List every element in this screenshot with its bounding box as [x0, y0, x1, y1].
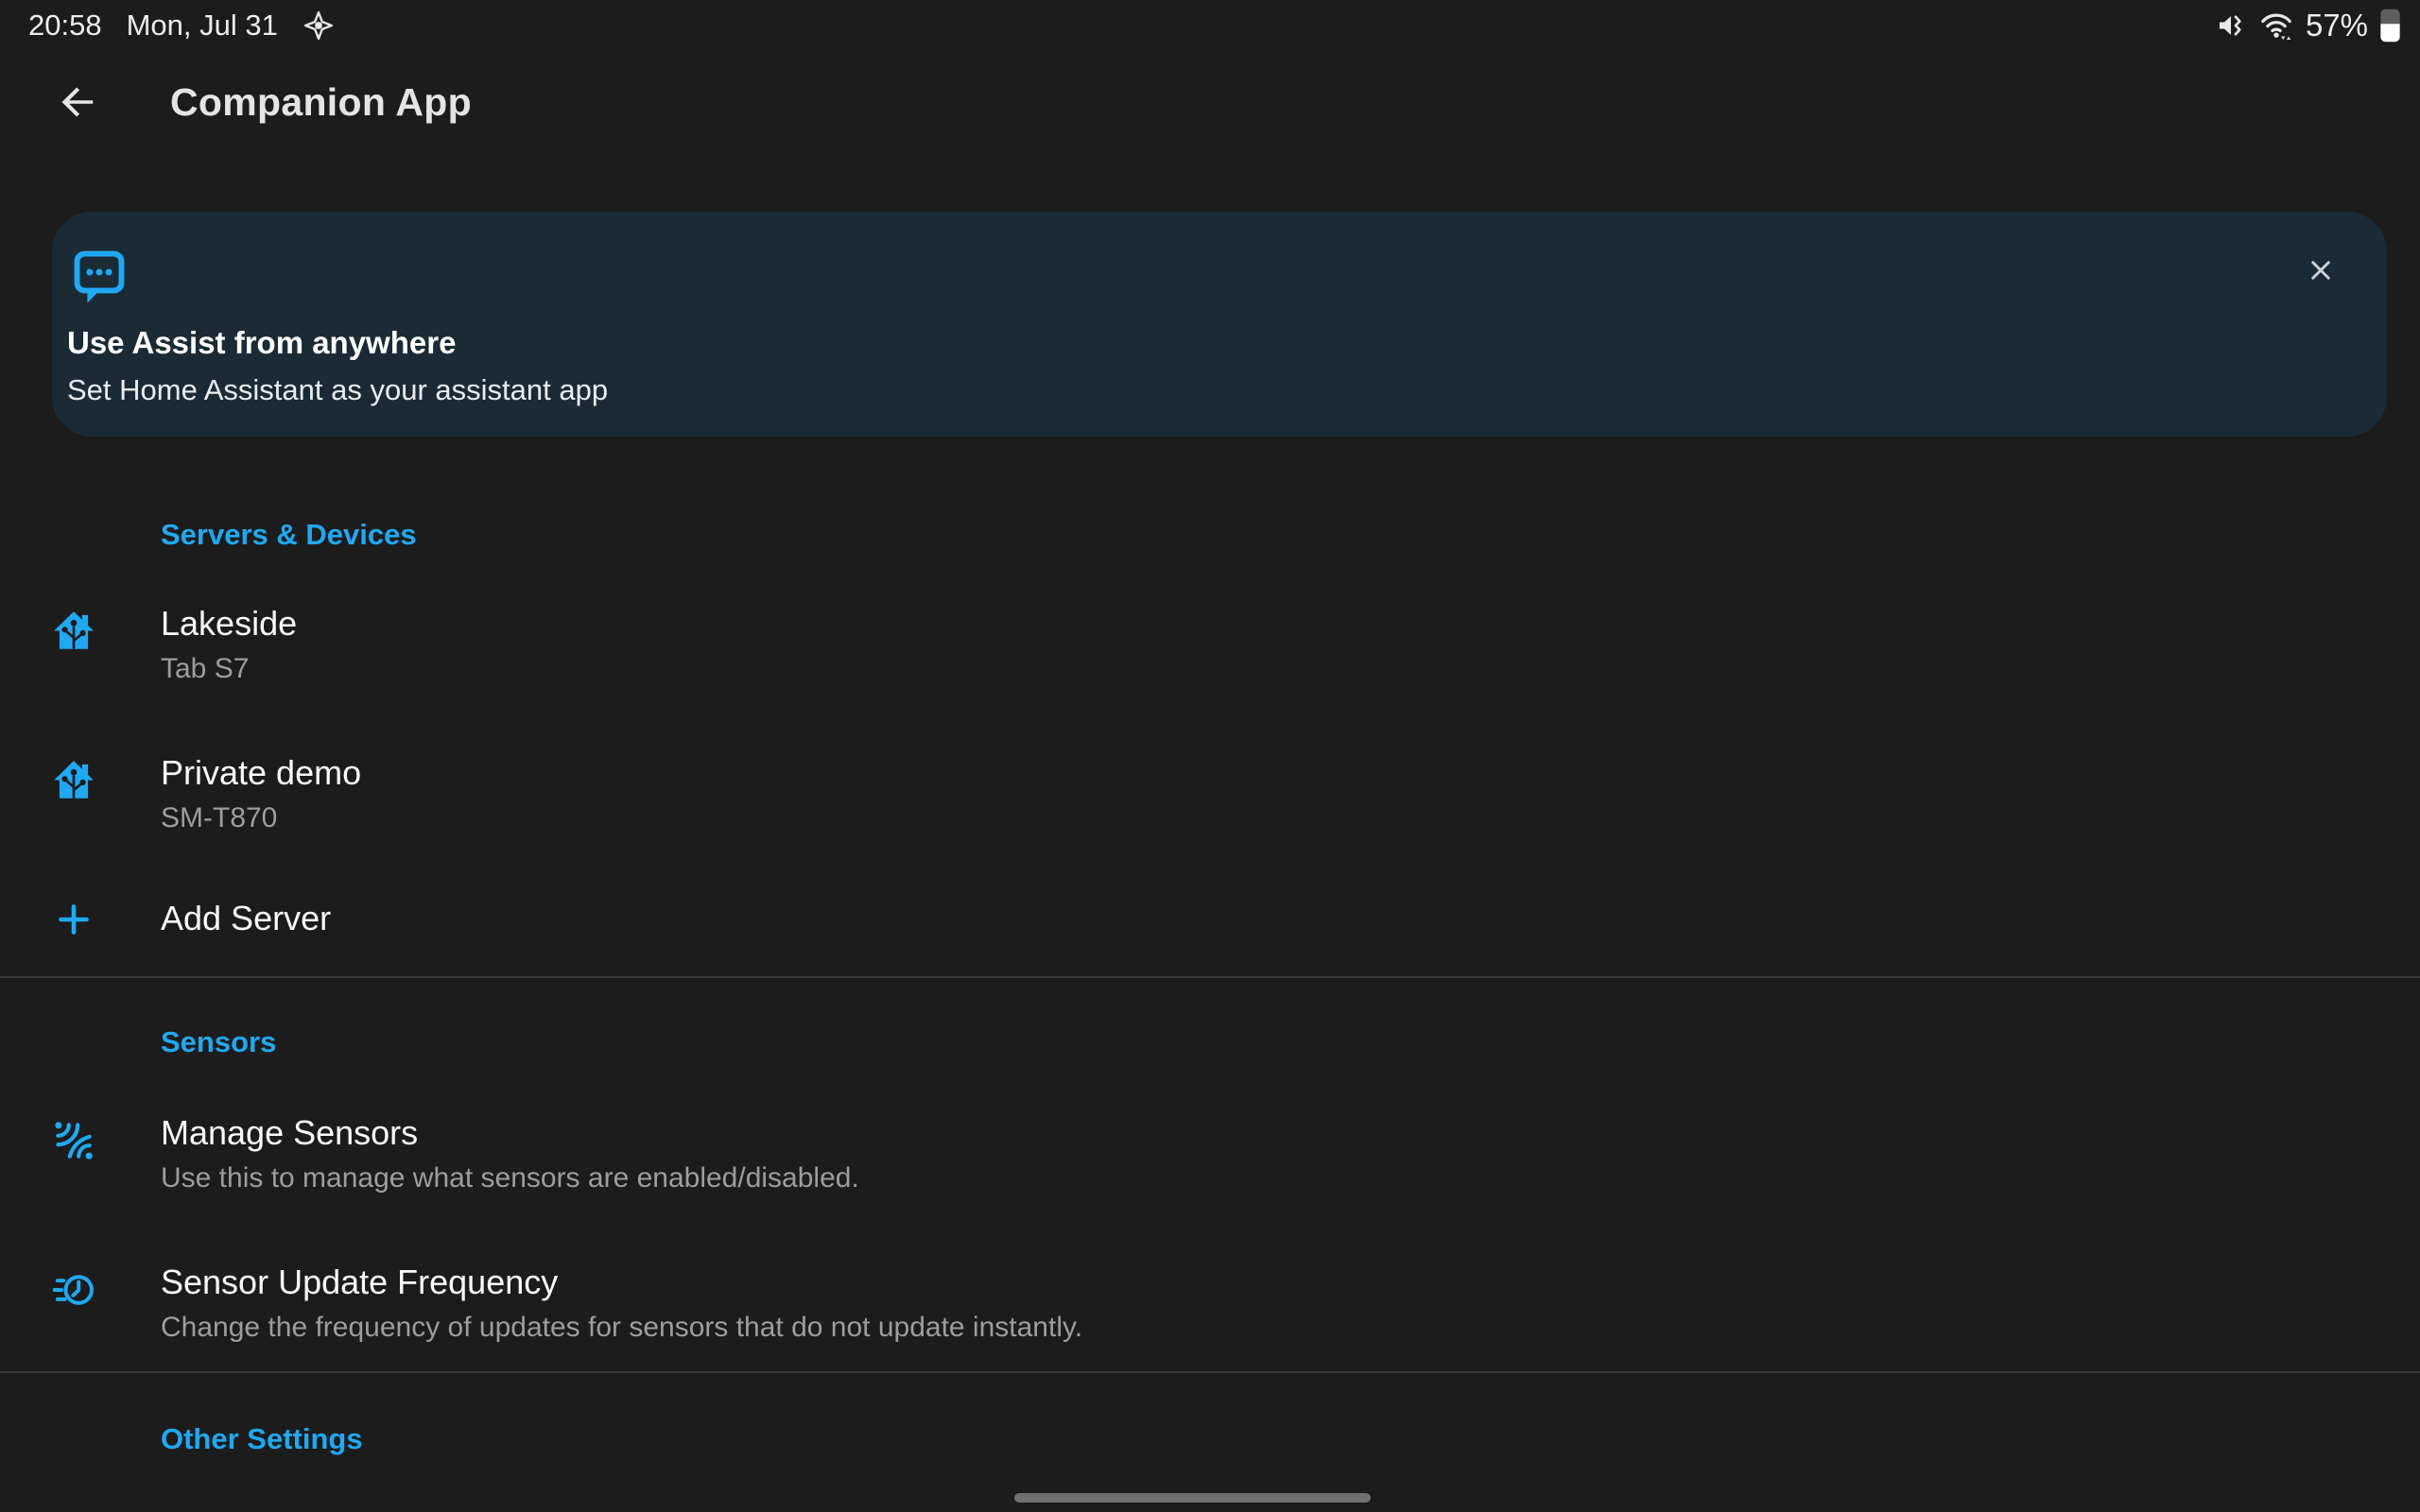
section-header-other-settings: Other Settings — [0, 1422, 2420, 1456]
volume-mute-vibrate-icon — [2215, 9, 2247, 42]
add-server-row[interactable]: Add Server — [0, 898, 2420, 946]
sensor-update-frequency-title: Sensor Update Frequency — [161, 1262, 1082, 1303]
companion-app-settings-screen: 20:58 Mon, Jul 31 — [0, 0, 2420, 1512]
divider — [0, 976, 2420, 978]
server-row-private-demo[interactable]: Private demo SM-T870 — [0, 752, 2420, 835]
assist-card-subtitle: Set Home Assistant as your assistant app — [67, 373, 2264, 407]
battery-icon — [2379, 8, 2401, 43]
status-time: 20:58 — [28, 9, 102, 43]
server-device: SM-T870 — [161, 801, 361, 835]
back-button[interactable] — [55, 80, 98, 124]
gesture-handle[interactable] — [1014, 1493, 1371, 1503]
status-date: Mon, Jul 31 — [127, 9, 278, 43]
section-header-servers-devices: Servers & Devices — [0, 518, 2420, 552]
manage-sensors-title: Manage Sensors — [161, 1112, 859, 1154]
plus-icon — [53, 899, 95, 946]
manage-sensors-row[interactable]: Manage Sensors Use this to manage what s… — [0, 1112, 2420, 1195]
page-title: Companion App — [170, 80, 472, 125]
update-clock-icon — [50, 1266, 97, 1314]
sensor-update-frequency-row[interactable]: Sensor Update Frequency Change the frequ… — [0, 1262, 2420, 1345]
server-row-lakeside[interactable]: Lakeside Tab S7 — [0, 603, 2420, 686]
assist-card-title: Use Assist from anywhere — [67, 325, 2264, 361]
close-icon[interactable] — [2304, 253, 2338, 287]
location-icon — [302, 9, 335, 42]
server-device: Tab S7 — [161, 652, 297, 686]
add-server-label: Add Server — [161, 898, 331, 939]
back-arrow-icon — [55, 80, 98, 124]
section-header-sensors: Sensors — [0, 1025, 2420, 1059]
home-assistant-icon — [50, 757, 97, 804]
divider — [0, 1371, 2420, 1373]
sensor-update-frequency-subtitle: Change the frequency of updates for sens… — [161, 1311, 1082, 1345]
assist-chat-bubble-icon — [69, 246, 130, 306]
server-name: Private demo — [161, 752, 361, 794]
sensors-icon — [50, 1117, 97, 1164]
assist-promo-card[interactable]: Use Assist from anywhere Set Home Assist… — [52, 212, 2387, 437]
battery-percent: 57% — [2306, 8, 2368, 43]
status-bar: 20:58 Mon, Jul 31 — [0, 0, 2420, 49]
server-name: Lakeside — [161, 603, 297, 644]
manage-sensors-subtitle: Use this to manage what sensors are enab… — [161, 1161, 859, 1195]
home-assistant-icon — [50, 608, 97, 655]
app-header: Companion App — [0, 49, 2420, 155]
wifi-icon — [2258, 8, 2294, 43]
